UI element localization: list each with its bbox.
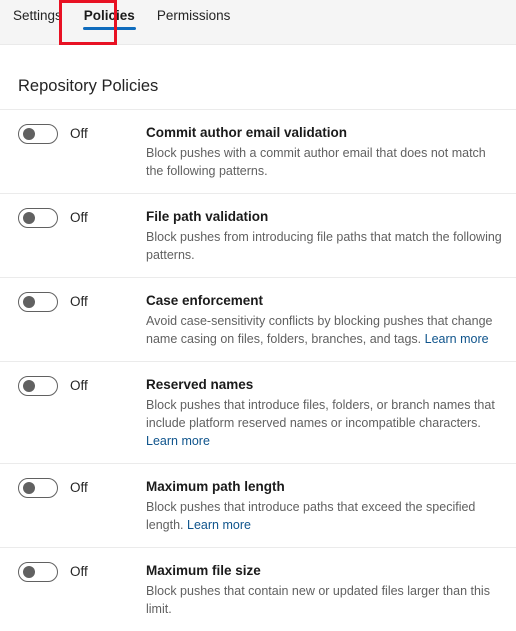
policy-text-block: Reserved names Block pushes that introdu… xyxy=(146,375,502,450)
policy-toggle-cell: Off xyxy=(18,291,146,312)
tab-permissions-label: Permissions xyxy=(156,8,231,23)
policy-description: Block pushes with a commit author email … xyxy=(146,144,502,180)
policy-toggle-state-label: Off xyxy=(70,126,88,141)
policy-text-block: Maximum file size Block pushes that cont… xyxy=(146,561,502,618)
policy-row: Off Reserved names Block pushes that int… xyxy=(0,362,516,463)
policy-description: Block pushes from introducing file paths… xyxy=(146,228,502,264)
policy-toggle-switch[interactable] xyxy=(18,124,58,144)
learn-more-link[interactable]: Learn more xyxy=(425,332,489,346)
policy-row: Off Maximum file size Block pushes that … xyxy=(0,548,516,631)
policy-title: Reserved names xyxy=(146,377,254,392)
policy-text-block: Case enforcement Avoid case-sensitivity … xyxy=(146,291,502,348)
page-title: Repository Policies xyxy=(18,77,159,95)
policy-description: Block pushes that introduce paths that e… xyxy=(146,498,502,534)
policy-text-block: Maximum path length Block pushes that in… xyxy=(146,477,502,534)
policy-description-text: Block pushes with a commit author email … xyxy=(146,146,486,178)
learn-more-link[interactable]: Learn more xyxy=(146,434,210,448)
policy-toggle-state-label: Off xyxy=(70,480,88,495)
policy-toggle-switch[interactable] xyxy=(18,478,58,498)
tab-settings-label: Settings xyxy=(13,8,62,23)
policy-toggle-cell: Off xyxy=(18,375,146,396)
policy-title: Commit author email validation xyxy=(146,125,348,140)
toggle-knob-icon xyxy=(23,128,35,140)
tab-bar: Settings Policies Permissions xyxy=(0,0,516,45)
policy-toggle-switch[interactable] xyxy=(18,376,58,396)
policy-list: Off Commit author email validation Block… xyxy=(0,110,516,631)
policy-toggle-switch[interactable] xyxy=(18,562,58,582)
policy-text-block: File path validation Block pushes from i… xyxy=(146,207,502,264)
policy-toggle-state-label: Off xyxy=(70,210,88,225)
toggle-knob-icon xyxy=(23,296,35,308)
policy-description: Avoid case-sensitivity conflicts by bloc… xyxy=(146,312,502,348)
toggle-knob-icon xyxy=(23,566,35,578)
policy-description: Block pushes that contain new or updated… xyxy=(146,582,502,618)
toggle-knob-icon xyxy=(23,212,35,224)
policy-text-block: Commit author email validation Block pus… xyxy=(146,123,502,180)
policy-row: Off Maximum path length Block pushes tha… xyxy=(0,464,516,547)
policy-toggle-cell: Off xyxy=(18,561,146,582)
policy-toggle-switch[interactable] xyxy=(18,292,58,312)
learn-more-link[interactable]: Learn more xyxy=(187,518,251,532)
tab-selected-underline xyxy=(82,27,136,30)
policy-row: Off Case enforcement Avoid case-sensitiv… xyxy=(0,278,516,361)
policy-description-text: Block pushes that introduce files, folde… xyxy=(146,398,495,430)
policies-panel: Repository Policies Off Commit author em… xyxy=(0,45,516,631)
policy-toggle-state-label: Off xyxy=(70,378,88,393)
policy-toggle-state-label: Off xyxy=(70,564,88,579)
policy-toggle-cell: Off xyxy=(18,123,146,144)
tab-permissions[interactable]: Permissions xyxy=(146,0,242,45)
tab-policies-label: Policies xyxy=(83,8,135,23)
toggle-knob-icon xyxy=(23,380,35,392)
policy-row: Off Commit author email validation Block… xyxy=(0,110,516,193)
policy-title: Case enforcement xyxy=(146,293,264,308)
policy-toggle-switch[interactable] xyxy=(18,208,58,228)
policy-toggle-cell: Off xyxy=(18,207,146,228)
policy-title: Maximum path length xyxy=(146,479,285,494)
tab-policies[interactable]: Policies xyxy=(73,0,146,45)
policy-description-text: Block pushes that contain new or updated… xyxy=(146,584,490,616)
policy-toggle-cell: Off xyxy=(18,477,146,498)
toggle-knob-icon xyxy=(23,482,35,494)
policy-description: Block pushes that introduce files, folde… xyxy=(146,396,502,450)
policy-title: File path validation xyxy=(146,209,269,224)
policy-title: Maximum file size xyxy=(146,563,261,578)
tab-settings[interactable]: Settings xyxy=(2,0,73,45)
policy-toggle-state-label: Off xyxy=(70,294,88,309)
policy-description-text: Block pushes from introducing file paths… xyxy=(146,230,502,262)
policy-row: Off File path validation Block pushes fr… xyxy=(0,194,516,277)
